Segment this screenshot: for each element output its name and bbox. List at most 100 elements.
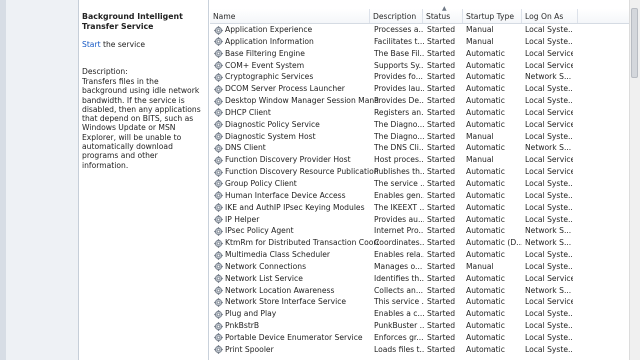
table-row[interactable]: DCOM Server Process Launcher Provides lau… — [210, 83, 630, 95]
service-log-on-as: Local Syste... — [525, 214, 573, 224]
gear-icon — [214, 262, 223, 272]
service-name: KtmRm for Distributed Transaction Coord.… — [225, 238, 379, 248]
service-name: COM+ Event System — [225, 60, 305, 70]
service-startup-type: Automatic — [466, 48, 505, 58]
service-log-on-as: Local Service — [525, 107, 573, 117]
table-row[interactable]: Cryptographic Services Provides fo... Star… — [210, 71, 630, 83]
table-row[interactable]: Plug and Play Enables a c... Started Automa… — [210, 308, 630, 320]
service-status: Started — [427, 273, 456, 283]
table-row[interactable]: Function Discovery Resource Publication P… — [210, 166, 630, 178]
gear-icon — [214, 309, 223, 319]
column-header-log-on-as[interactable]: Log On As — [522, 9, 578, 23]
service-description: Provides au... — [374, 214, 424, 224]
gear-icon — [214, 73, 223, 82]
service-log-on-as: Local Syste... — [525, 190, 573, 200]
column-header-startup-type[interactable]: Startup Type — [463, 9, 522, 23]
service-description: Enables rela... — [374, 250, 424, 260]
table-row[interactable]: DNS Client The DNS Cli... Started Automatic… — [210, 142, 630, 154]
service-startup-type: Automatic — [466, 273, 505, 283]
table-row[interactable]: Diagnostic Policy Service The Diagno... St… — [210, 119, 630, 131]
table-row[interactable]: Group Policy Client The service ... Starte… — [210, 178, 630, 190]
service-log-on-as: Local Syste... — [525, 321, 573, 331]
table-row[interactable]: COM+ Event System Supports Sy... Started Au… — [210, 60, 630, 72]
service-status: Started — [427, 202, 456, 212]
service-status: Started — [427, 321, 456, 331]
service-status: Started — [427, 261, 456, 271]
gear-icon — [214, 250, 223, 260]
table-row[interactable]: PnkBstrB PunkBuster ... Started Automatic Lo… — [210, 320, 630, 332]
table-row[interactable]: Base Filtering Engine The Base Fil... Star… — [210, 48, 630, 60]
service-startup-type: Manual — [466, 261, 494, 271]
service-description: Provides De... — [374, 96, 424, 106]
start-service-link[interactable]: Start — [82, 40, 101, 49]
service-startup-type: Automatic — [466, 309, 505, 319]
service-action-line: Start the service — [82, 40, 204, 50]
service-description: Publishes th... — [374, 167, 424, 177]
service-status: Started — [427, 344, 456, 354]
service-description: Enforces gr... — [374, 332, 424, 342]
service-startup-type: Automatic — [466, 250, 505, 260]
service-name: Group Policy Client — [225, 178, 297, 188]
service-status: Started — [427, 107, 456, 117]
service-log-on-as: Local Service — [525, 119, 573, 129]
service-log-on-as: Local Service — [525, 297, 573, 307]
service-log-on-as: Local Syste... — [525, 202, 573, 212]
selected-service-title: Background Intelligent Transfer Service — [82, 12, 183, 31]
service-name: Network Location Awareness — [225, 285, 335, 295]
service-log-on-as: Local Service — [525, 155, 573, 165]
service-status: Started — [427, 190, 456, 200]
table-row[interactable]: Network Connections Manages o... Started Ma… — [210, 261, 630, 273]
table-row[interactable]: Multimedia Class Scheduler Enables rela..… — [210, 249, 630, 261]
service-name: IKE and AuthIP IPsec Keying Modules — [225, 202, 365, 212]
gear-icon — [214, 108, 223, 118]
service-startup-type: Automatic — [466, 321, 505, 331]
vertical-scrollbar[interactable] — [629, 0, 640, 360]
column-header-description[interactable]: Description — [370, 9, 423, 23]
service-startup-type: Automatic — [466, 143, 505, 153]
service-startup-type: Manual — [466, 155, 494, 165]
gear-icon — [214, 333, 223, 343]
table-row[interactable]: Network List Service Identifies th... Star… — [210, 273, 630, 285]
table-row[interactable]: DHCP Client Registers an... Started Automat… — [210, 107, 630, 119]
table-row[interactable]: Function Discovery Provider Host Host pro… — [210, 154, 630, 166]
service-name: Application Experience — [225, 25, 313, 34]
table-row[interactable]: IKE and AuthIP IPsec Keying Modules The I… — [210, 202, 630, 214]
service-log-on-as: Local Service — [525, 167, 573, 177]
gear-icon — [214, 345, 223, 355]
table-row[interactable]: Portable Device Enumerator Service Enforc… — [210, 332, 630, 344]
service-status: Started — [427, 119, 456, 129]
table-row[interactable]: Print Spooler Loads files t... Started Auto… — [210, 344, 630, 356]
gear-icon — [214, 84, 223, 94]
table-row[interactable]: Desktop Window Manager Session Mana... Pr… — [210, 95, 630, 107]
start-service-suffix: the service — [100, 40, 146, 49]
service-name: Base Filtering Engine — [225, 48, 305, 58]
scrollbar-thumb[interactable] — [631, 8, 638, 78]
table-row[interactable]: Application Experience Processes a... Star… — [210, 24, 630, 36]
table-row[interactable]: Network Location Awareness Collects an...… — [210, 285, 630, 297]
table-row[interactable]: Human Interface Device Access Enables gen… — [210, 190, 630, 202]
table-row[interactable]: Network Store Interface Service This serv… — [210, 296, 630, 308]
service-status: Started — [427, 48, 456, 58]
service-log-on-as: Local Syste... — [525, 131, 573, 141]
service-description: Loads files t... — [374, 344, 424, 354]
service-status: Started — [427, 84, 456, 94]
service-name: Network Store Interface Service — [225, 297, 347, 307]
column-header-name[interactable]: Name — [210, 9, 370, 23]
table-row[interactable]: Diagnostic System Host The Diagno... Start… — [210, 131, 630, 143]
table-row[interactable]: IPsec Policy Agent Internet Pro... Started… — [210, 225, 630, 237]
table-body: Application Experience Processes a... Star… — [210, 24, 630, 356]
gear-icon — [214, 179, 223, 189]
service-description: Collects an... — [374, 285, 424, 295]
gear-icon — [214, 274, 223, 284]
table-row[interactable]: Application Information Facilitates t... S… — [210, 36, 630, 48]
column-header-status[interactable]: ▲ Status — [423, 6, 463, 23]
table-row[interactable]: KtmRm for Distributed Transaction Coord.… — [210, 237, 630, 249]
service-description: Provides lau... — [374, 84, 424, 94]
gear-icon — [214, 49, 223, 59]
service-startup-type: Automatic — [466, 60, 505, 70]
table-row[interactable]: IP Helper Provides au... Started Automatic L… — [210, 214, 630, 226]
gear-icon — [214, 25, 223, 35]
service-status: Started — [427, 238, 456, 248]
service-name: DCOM Server Process Launcher — [225, 84, 345, 94]
service-status: Started — [427, 155, 456, 165]
